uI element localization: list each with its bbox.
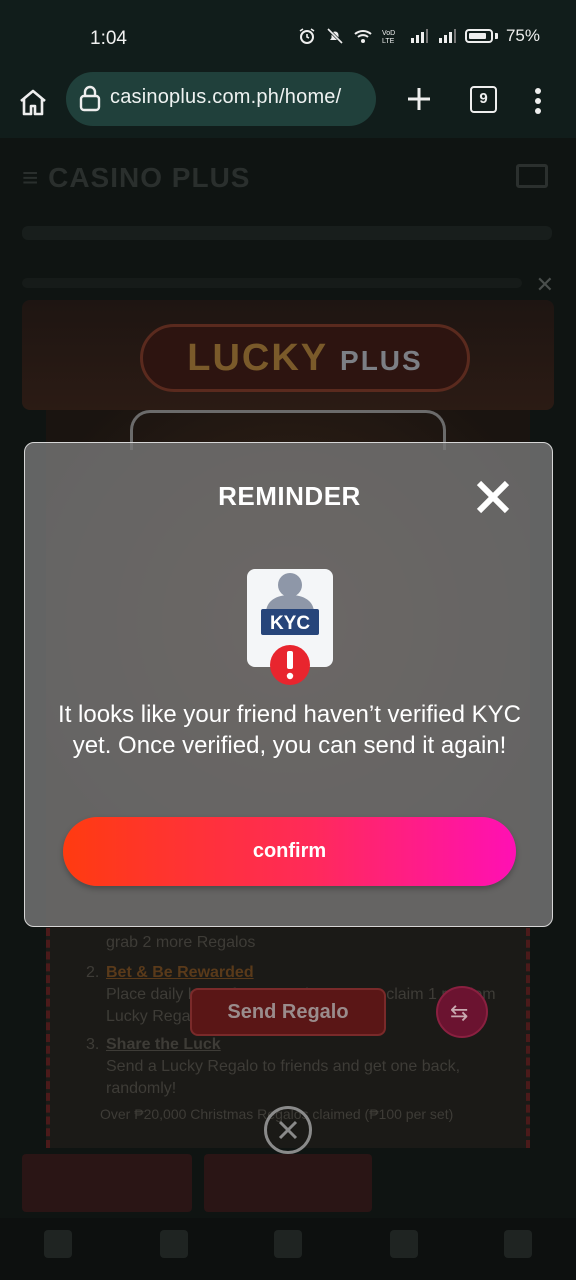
- step-title: Bet & Be Rewarded: [106, 964, 254, 981]
- step-number: 2.: [86, 964, 100, 981]
- alarm-icon: [299, 28, 315, 44]
- step-number: 3.: [86, 1036, 100, 1053]
- svg-text:LTE: LTE: [382, 38, 395, 45]
- game-card: [204, 1154, 372, 1212]
- status-time: 1:04: [90, 28, 127, 49]
- volte-icon: VoDLTE: [382, 30, 395, 45]
- swap-icon: ⇆: [450, 1000, 469, 1025]
- battery-level: 75%: [505, 26, 540, 45]
- nav-icon: [274, 1230, 302, 1258]
- step-text: randomly!: [106, 1080, 177, 1097]
- lucky-plus-banner: LUCKY PLUS: [22, 300, 554, 410]
- lucky-plus-logo: LUCKY PLUS: [140, 324, 470, 392]
- confirm-button[interactable]: confirm: [63, 817, 516, 886]
- kebab-menu-icon[interactable]: [532, 86, 544, 116]
- status-icons: VoD LTE 75%: [297, 26, 540, 46]
- status-bar: 1:04 VoD LTE 75%: [0, 0, 576, 76]
- nav-icon: [160, 1230, 188, 1258]
- announcement-ticker: [22, 226, 552, 240]
- promo-header-strip: [22, 278, 522, 288]
- home-icon[interactable]: [16, 86, 50, 120]
- wifi-icon: [354, 30, 372, 43]
- close-icon[interactable]: [473, 477, 513, 517]
- swap-button: ⇆: [436, 986, 488, 1038]
- lock-icon[interactable]: [78, 84, 102, 112]
- nav-icon: [390, 1230, 418, 1258]
- url-text[interactable]: casinoplus.com.ph/home/: [110, 86, 341, 109]
- tab-switcher-button[interactable]: 9: [470, 86, 497, 113]
- casino-logo: ≡ CASINO PLUS: [22, 162, 251, 193]
- bottom-nav: [0, 1218, 576, 1280]
- browser-toolbar: casinoplus.com.ph/home/ 9: [0, 72, 576, 138]
- close-icon: ✕: [535, 272, 554, 297]
- nav-menu-icon: [504, 1230, 532, 1258]
- signal-1-icon: [410, 29, 428, 43]
- bottom-game-cards: [22, 1154, 554, 1216]
- kyc-warning-icon: KYC: [247, 569, 333, 685]
- svg-text:VoD: VoD: [382, 30, 395, 37]
- new-tab-plus-icon[interactable]: [404, 84, 434, 114]
- send-regalo-button: Send Regalo: [190, 988, 386, 1036]
- step-text: Lucky Regalo: [106, 1008, 203, 1025]
- screen: 1:04 VoD LTE 75% casinoplus.com.ph/home/ …: [0, 0, 576, 1280]
- step-title: Share the Luck: [106, 1036, 221, 1053]
- close-circle-icon: [264, 1106, 312, 1154]
- battery-icon: [464, 29, 493, 43]
- mute-bell-icon: [326, 27, 344, 45]
- game-card: [22, 1154, 192, 1212]
- address-bar[interactable]: casinoplus.com.ph/home/: [66, 72, 376, 126]
- step-text: grab 2 more Regalos: [106, 934, 256, 951]
- reminder-dialog: REMINDER KYC It looks like your friend h…: [24, 442, 553, 927]
- nav-home-icon: [44, 1230, 72, 1258]
- mail-icon: [516, 164, 548, 188]
- dialog-message: It looks like your friend haven’t verifi…: [58, 701, 521, 759]
- signal-2-icon: [438, 29, 456, 43]
- step-text: Send a Lucky Regalo to friends and get o…: [106, 1058, 461, 1075]
- kyc-badge-text: KYC: [270, 613, 310, 634]
